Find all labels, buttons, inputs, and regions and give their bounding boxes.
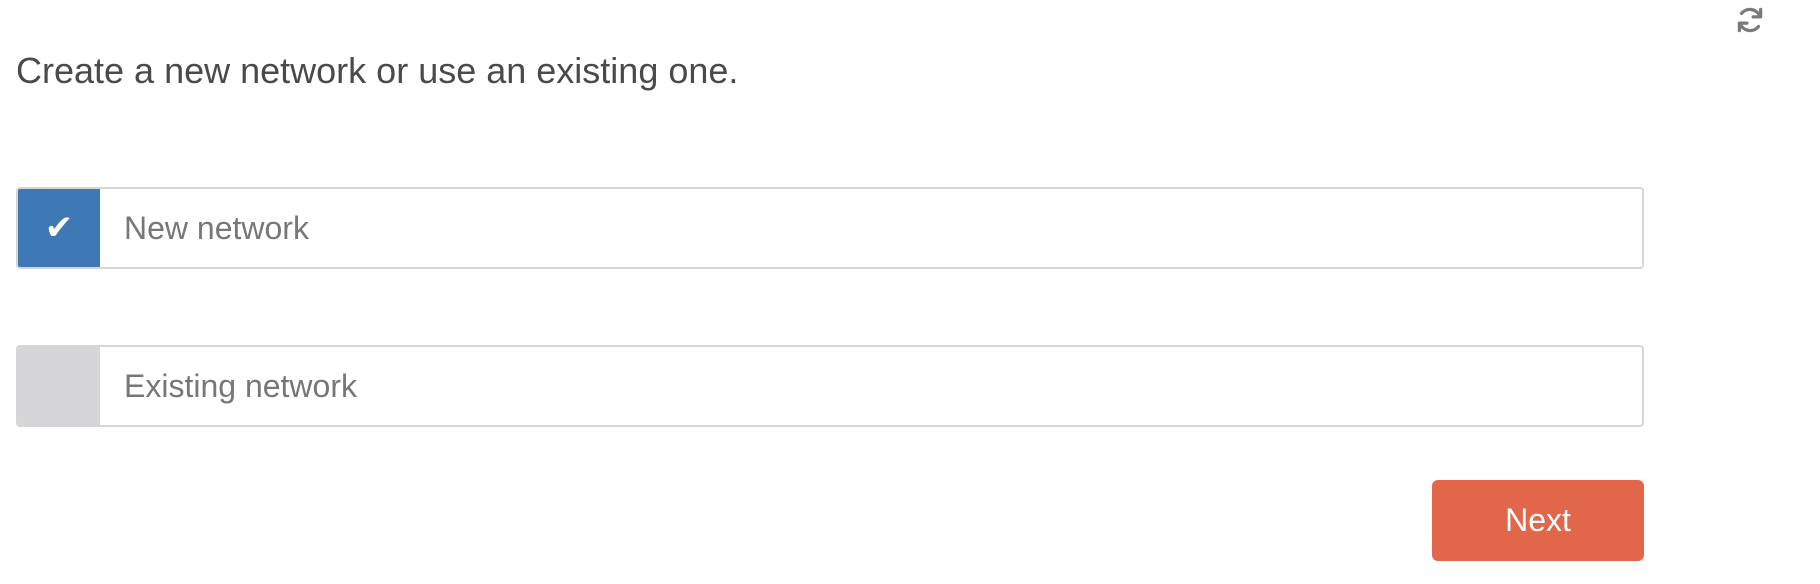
next-button[interactable]: Next bbox=[1432, 480, 1644, 561]
new-network-label: New network bbox=[124, 209, 309, 246]
existing-network-label: Existing network bbox=[124, 367, 357, 404]
refresh-icon bbox=[1735, 5, 1765, 35]
existing-network-checkbox[interactable] bbox=[18, 347, 100, 425]
page-heading: Create a new network or use an existing … bbox=[16, 50, 739, 91]
new-network-option[interactable]: ✔ New network bbox=[16, 187, 1644, 269]
existing-network-option[interactable]: Existing network bbox=[16, 345, 1644, 427]
network-selection-page: Create a new network or use an existing … bbox=[0, 0, 1820, 584]
refresh-button[interactable] bbox=[1730, 2, 1770, 38]
new-network-checkbox[interactable]: ✔ bbox=[18, 189, 100, 267]
checkmark-icon: ✔ bbox=[44, 208, 74, 248]
